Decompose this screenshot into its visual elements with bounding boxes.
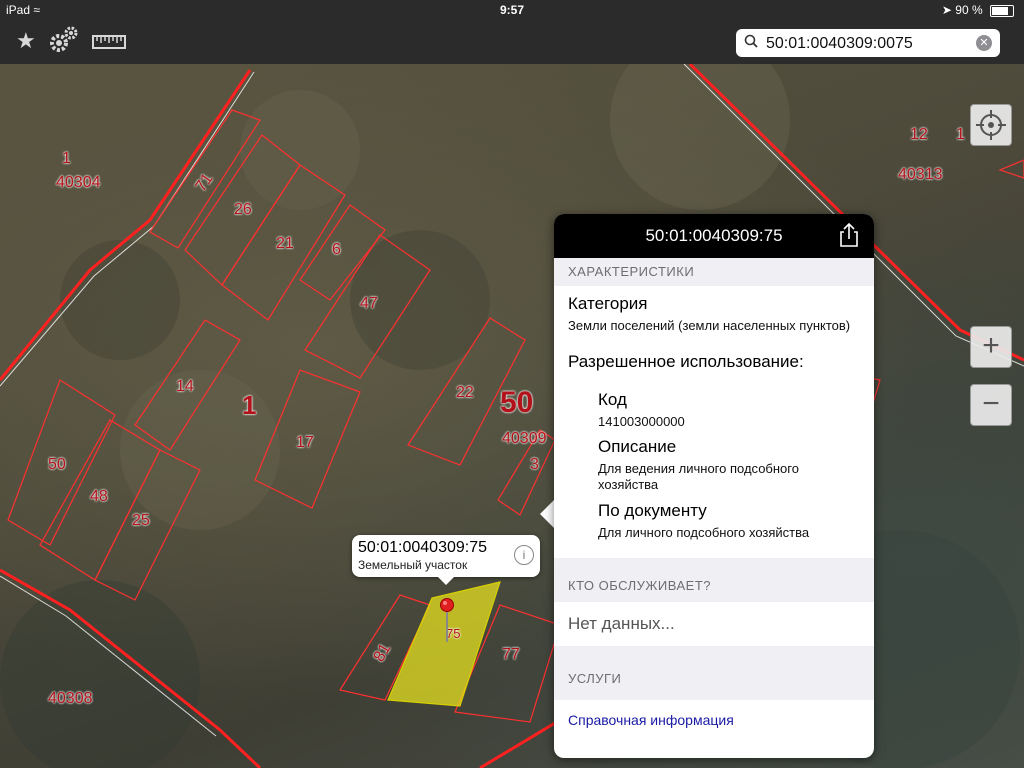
battery-status: ➤ 90 % [942, 3, 1014, 17]
ruler-icon[interactable] [92, 32, 126, 58]
status-bar: iPad ≈ 9:57 ➤ 90 % [0, 0, 1024, 20]
zoom-in-button[interactable]: + [970, 326, 1012, 368]
parcel-callout[interactable]: 50:01:0040309:75 Земельный участок i [352, 535, 540, 585]
map-label: 26 [234, 201, 252, 218]
map-label: 40309 [502, 430, 547, 447]
battery-icon [990, 4, 1014, 17]
clear-search-icon[interactable]: ✕ [976, 35, 992, 51]
description-value: Для ведения личного подсобного хозяйства [598, 461, 799, 492]
map-label: 50 [48, 456, 66, 473]
section-header-characteristics: ХАРАКТЕРИСТИКИ [554, 258, 874, 286]
panel-title: 50:01:0040309:75 [645, 226, 783, 245]
map-label: 47 [360, 295, 378, 312]
map-label: 1 [956, 126, 965, 143]
section-header-service: КТО ОБСЛУЖИВАЕТ? [554, 558, 874, 602]
toolbar: ★ ✕ [0, 20, 1024, 64]
zoom-out-button[interactable]: − [970, 384, 1012, 426]
map-label: 17 [296, 434, 314, 451]
map-pin-icon[interactable] [440, 598, 454, 644]
map-label: 40304 [56, 174, 101, 191]
section-header-services: УСЛУГИ [554, 646, 874, 700]
map-label: 25 [132, 512, 150, 529]
panel-header: 50:01:0040309:75 [554, 214, 874, 258]
map-label: 22 [456, 384, 474, 401]
map-label: 6 [332, 241, 341, 258]
callout-title: 50:01:0040309:75 [358, 539, 488, 556]
locate-me-button[interactable] [970, 104, 1012, 146]
clock: 9:57 [499, 3, 525, 17]
description-label: Описание [598, 437, 677, 456]
allowed-use-label: Разрешенное использование: [568, 352, 804, 371]
crosshair-icon [976, 110, 1006, 140]
search-bar: ✕ [736, 29, 1000, 57]
map-label: 21 [276, 235, 294, 252]
map-label: 14 [176, 378, 194, 395]
category-value: Земли поселений (земли населенных пункто… [568, 318, 851, 333]
search-input[interactable] [764, 32, 978, 56]
map-label: 3 [530, 456, 539, 473]
panel-arrow [540, 500, 554, 528]
star-icon[interactable]: ★ [16, 28, 36, 54]
map-label: 48 [90, 488, 108, 505]
map-label: 40313 [898, 166, 943, 183]
map-label: 40308 [48, 690, 93, 707]
code-label: Код [598, 390, 627, 409]
share-icon[interactable] [838, 223, 860, 247]
search-icon [744, 34, 758, 48]
parcel-details-panel: 50:01:0040309:75 ХАРАКТЕРИСТИКИ Категори… [554, 214, 874, 758]
info-icon[interactable]: i [514, 545, 534, 565]
location-arrow-icon: ➤ [941, 3, 952, 17]
callout-subtitle: Земельный участок [358, 558, 468, 572]
reference-info-link[interactable]: Справочная информация [568, 712, 734, 728]
by-document-value: Для личного подсобного хозяйства [598, 525, 810, 540]
no-data-row: Нет данных... [568, 614, 675, 633]
code-value: 141003000000 [598, 414, 685, 429]
map-label: 12 [910, 126, 928, 143]
map-label: 1 [242, 390, 257, 420]
map-label: 50 [500, 386, 534, 419]
gears-icon[interactable] [48, 24, 80, 60]
by-document-label: По документу [598, 501, 707, 520]
category-label: Категория [568, 294, 648, 313]
map-label: 77 [502, 646, 520, 663]
map-label: 1 [62, 150, 71, 167]
